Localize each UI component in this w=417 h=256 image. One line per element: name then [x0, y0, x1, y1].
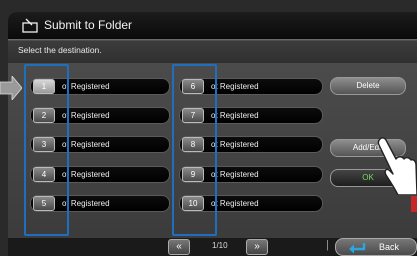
return-arrow-icon [349, 243, 366, 254]
side-marker [411, 196, 417, 212]
instruction-bar: Select the destination. [8, 41, 417, 63]
folder-row-label: ot Registered [211, 140, 259, 149]
folder-edit-icon [22, 18, 38, 33]
page-title: Submit to Folder [44, 18, 133, 32]
folder-row-label: ot Registered [211, 199, 259, 208]
page-indicator: 1/10 [212, 241, 228, 250]
prev-page-button[interactable]: « [168, 239, 190, 255]
folder-row-label: ot Registered [62, 199, 110, 208]
back-button[interactable]: Back [335, 238, 417, 256]
folder-row-label: ot Registered [62, 111, 110, 120]
folder-row-label: ot Registered [211, 111, 259, 120]
next-page-button[interactable]: » [246, 239, 268, 255]
left-numbers-highlight [24, 64, 69, 236]
separator: | [326, 239, 329, 251]
folder-row-label: ot Registered [62, 140, 110, 149]
dialog-window: Submit to Folder Select the destination.… [8, 12, 417, 256]
right-numbers-highlight [172, 64, 217, 236]
bottom-bar: « 1/10 » | Back [8, 238, 417, 256]
delete-button[interactable]: Delete [330, 77, 406, 95]
instruction-text: Select the destination. [18, 45, 102, 55]
callout-arrow-icon [0, 76, 22, 100]
title-bar: Submit to Folder [8, 12, 417, 40]
folder-row-label: ot Registered [211, 170, 259, 179]
folder-row-label: ot Registered [211, 82, 259, 91]
pointing-hand-icon [377, 137, 417, 195]
back-button-label: Back [379, 242, 400, 252]
folder-row-label: ot Registered [62, 170, 110, 179]
folder-row-label: ot Registered [62, 82, 110, 91]
